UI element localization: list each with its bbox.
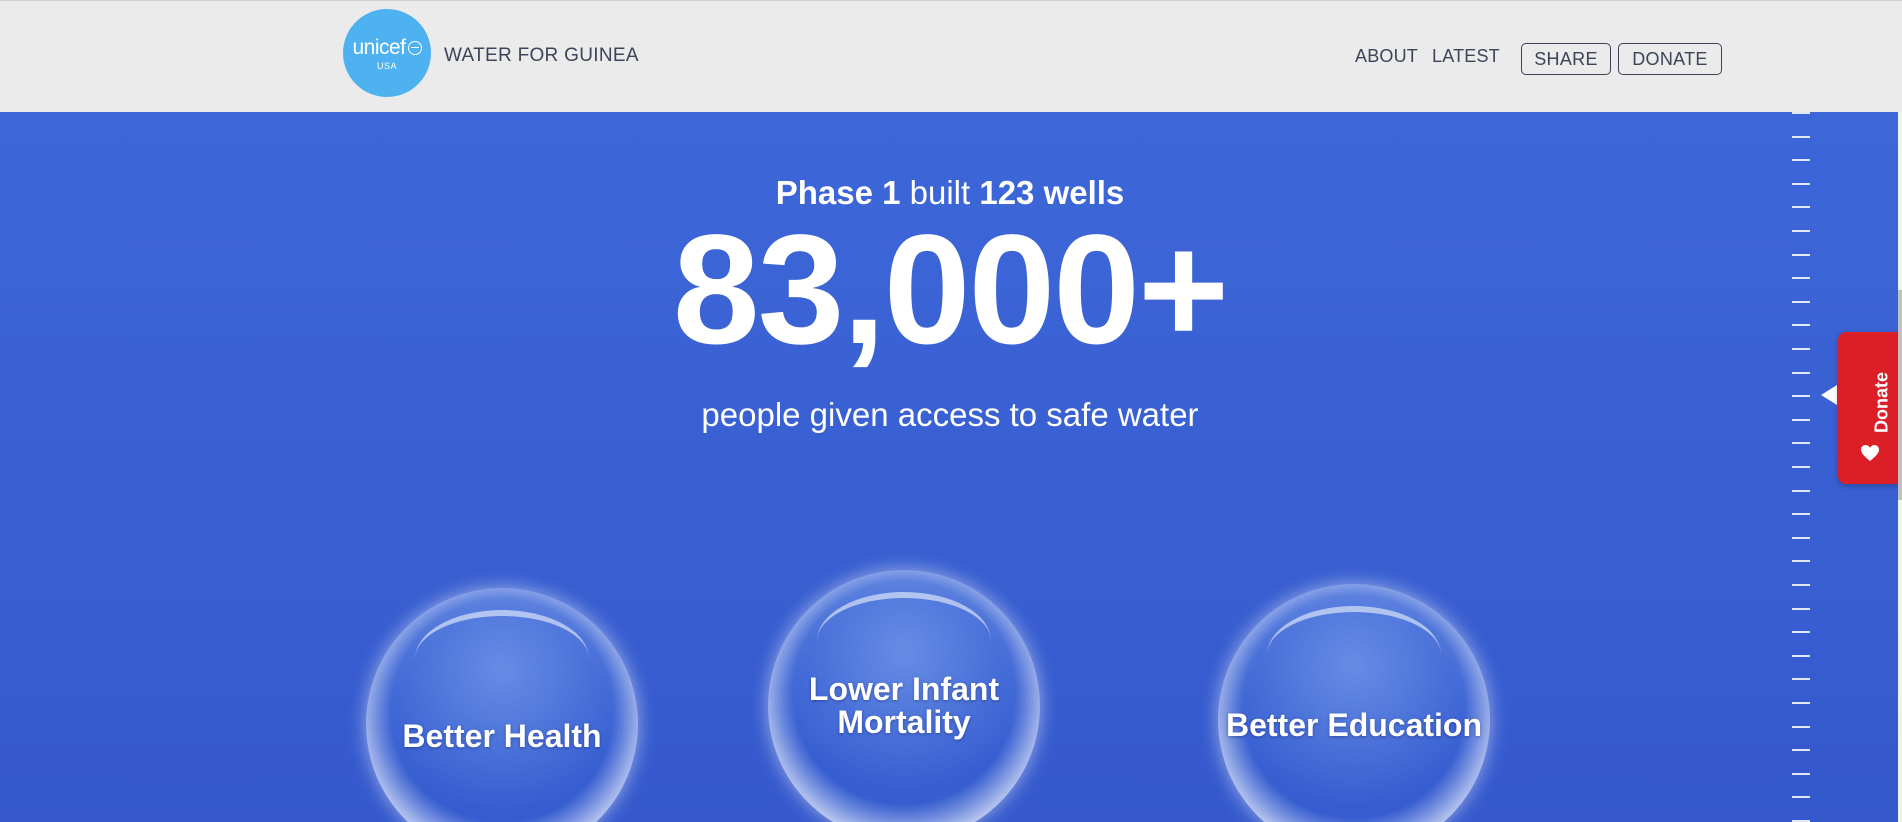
people-count: 83,000+ bbox=[672, 203, 1229, 377]
ruler-tick bbox=[1792, 773, 1810, 775]
ruler-tick bbox=[1792, 419, 1810, 421]
ruler-tick bbox=[1792, 324, 1810, 326]
donate-button[interactable]: DONATE bbox=[1618, 43, 1722, 75]
ruler-tick bbox=[1792, 183, 1810, 185]
ruler-tick bbox=[1792, 702, 1810, 704]
nav-latest-link[interactable]: LATEST bbox=[1432, 46, 1500, 67]
ruler-tick bbox=[1792, 490, 1810, 492]
scroll-ruler[interactable] bbox=[1788, 112, 1812, 822]
bubble-label: Better Education bbox=[1225, 706, 1483, 743]
nav-about-link[interactable]: ABOUT bbox=[1355, 46, 1418, 67]
ruler-tick bbox=[1792, 230, 1810, 232]
bubble-label-line1: Lower Infant bbox=[808, 671, 1000, 707]
ruler-tick bbox=[1792, 678, 1810, 680]
donate-tab-label: Donate bbox=[1871, 372, 1892, 434]
ruler-tick bbox=[1792, 372, 1810, 374]
bubble-label: Lower Infant Mortality bbox=[809, 673, 999, 739]
ruler-tick bbox=[1792, 206, 1810, 208]
scrollbar-thumb[interactable] bbox=[1898, 290, 1902, 500]
ruler-tick bbox=[1792, 348, 1810, 350]
share-button[interactable]: SHARE bbox=[1521, 43, 1611, 75]
bubble-label-line2: Mortality bbox=[837, 704, 971, 740]
ruler-tick bbox=[1792, 537, 1810, 539]
ruler-pointer-icon bbox=[1821, 385, 1837, 405]
unicef-logo[interactable]: unicef USA bbox=[343, 9, 431, 97]
heart-icon bbox=[1861, 445, 1879, 461]
hero-subtitle: people given access to safe water bbox=[701, 396, 1199, 433]
ruler-tick bbox=[1792, 631, 1810, 633]
donate-side-tab[interactable]: Donate bbox=[1838, 332, 1902, 484]
site-title[interactable]: WATER FOR GUINEA bbox=[444, 45, 639, 67]
logo-word: unicef bbox=[352, 35, 406, 59]
ruler-tick bbox=[1792, 136, 1810, 138]
ruler-tick bbox=[1792, 159, 1810, 161]
ruler-tick bbox=[1792, 655, 1810, 657]
bubble-label: Better Health bbox=[402, 717, 602, 754]
ruler-tick bbox=[1792, 608, 1810, 610]
ruler-tick bbox=[1792, 560, 1810, 562]
ruler-tick bbox=[1792, 442, 1810, 444]
ruler-tick bbox=[1792, 301, 1810, 303]
ruler-tick bbox=[1792, 254, 1810, 256]
ruler-tick bbox=[1792, 466, 1810, 468]
ruler-tick bbox=[1792, 584, 1810, 586]
ruler-tick bbox=[1792, 395, 1810, 397]
globe-icon bbox=[407, 40, 422, 55]
ruler-tick bbox=[1792, 513, 1810, 515]
ruler-tick bbox=[1792, 112, 1810, 114]
ruler-tick bbox=[1792, 726, 1810, 728]
ruler-tick bbox=[1792, 277, 1810, 279]
ruler-tick bbox=[1792, 796, 1810, 798]
ruler-tick bbox=[1792, 749, 1810, 751]
logo-sub: USA bbox=[376, 60, 397, 71]
site-header: unicef USA WATER FOR GUINEA ABOUT LATEST… bbox=[0, 0, 1902, 112]
